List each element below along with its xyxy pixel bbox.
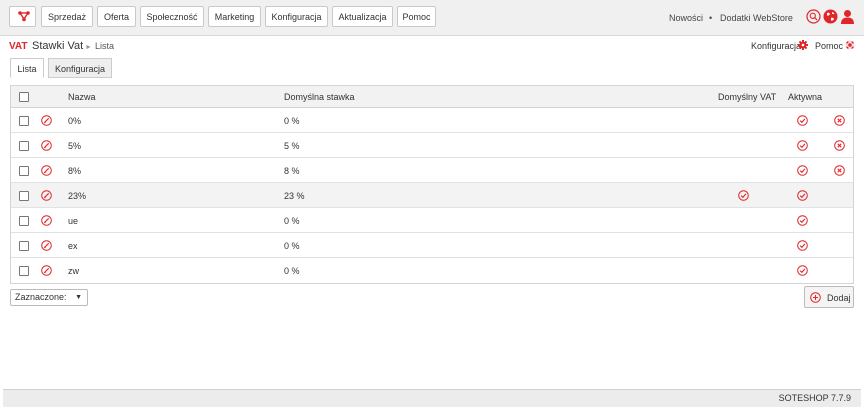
active-check-icon[interactable] <box>797 265 808 276</box>
table-row[interactable]: 23% 23 % <box>11 183 853 208</box>
user-icon[interactable] <box>840 9 855 24</box>
row-checkbox[interactable] <box>19 241 29 251</box>
column-default-vat-header[interactable]: Domyślny VAT <box>718 92 776 102</box>
version-label: SOTESHOP 7.7.9 <box>778 393 851 403</box>
row-checkbox[interactable] <box>19 116 29 126</box>
menu-aktualizacja[interactable]: Aktualizacja <box>332 6 393 27</box>
active-check-icon[interactable] <box>797 215 808 226</box>
gear-icon[interactable] <box>798 40 808 50</box>
table-header: Nazwa Domyślna stawka Domyślny VAT Aktyw… <box>11 86 853 108</box>
search-icon[interactable] <box>806 9 821 24</box>
rate-name[interactable]: 23% <box>68 191 86 201</box>
row-checkbox[interactable] <box>19 266 29 276</box>
menu-oferta[interactable]: Oferta <box>97 6 136 27</box>
breadcrumb-arrow-icon: ► <box>85 44 92 51</box>
config-link[interactable]: Konfiguracja <box>751 41 801 51</box>
lifebuoy-icon[interactable] <box>845 40 855 50</box>
active-check-icon[interactable] <box>797 240 808 251</box>
delete-icon[interactable] <box>834 115 845 126</box>
rate-value: 0 % <box>284 241 300 251</box>
rate-value: 0 % <box>284 216 300 226</box>
column-rate-header[interactable]: Domyślna stawka <box>284 92 355 102</box>
menu-separator: • <box>709 13 713 23</box>
tab-konfiguracja[interactable]: Konfiguracja <box>48 58 112 78</box>
table-body: 0% 0 % 5% 5 % 8% 8 % 23% 23 % ue 0 % ex 0 % zw 0 % <box>11 108 853 283</box>
table-row[interactable]: 5% 5 % <box>11 133 853 158</box>
edit-icon[interactable] <box>41 215 52 226</box>
help-link[interactable]: Pomoc <box>815 41 843 51</box>
menu-konfiguracja[interactable]: Konfiguracja <box>265 6 328 27</box>
row-checkbox[interactable] <box>19 216 29 226</box>
edit-icon[interactable] <box>41 190 52 201</box>
menu-spolecznosc[interactable]: Społeczność <box>140 6 204 27</box>
add-button[interactable]: Dodaj <box>804 286 854 308</box>
row-checkbox[interactable] <box>19 166 29 176</box>
active-check-icon[interactable] <box>797 140 808 151</box>
delete-icon[interactable] <box>834 165 845 176</box>
delete-icon[interactable] <box>834 140 845 151</box>
tab-lista[interactable]: Lista <box>10 58 44 78</box>
table-row[interactable]: ex 0 % <box>11 233 853 258</box>
rate-value: 5 % <box>284 141 300 151</box>
breadcrumb: ► Lista <box>85 41 114 51</box>
active-check-icon[interactable] <box>797 115 808 126</box>
active-check-icon[interactable] <box>797 190 808 201</box>
table-row[interactable]: 8% 8 % <box>11 158 853 183</box>
logo-icon <box>18 11 30 22</box>
home-logo-button[interactable] <box>9 6 36 27</box>
column-name-header[interactable]: Nazwa <box>68 92 96 102</box>
rate-name[interactable]: 5% <box>68 141 81 151</box>
menu-marketing[interactable]: Marketing <box>208 6 261 27</box>
rate-name[interactable]: 0% <box>68 116 81 126</box>
vat-badge: VAT <box>9 41 28 52</box>
rate-name[interactable]: zw <box>68 266 79 276</box>
chevron-down-icon: ▼ <box>75 294 82 301</box>
rate-name[interactable]: ue <box>68 216 78 226</box>
breadcrumb-label: Lista <box>94 41 114 51</box>
edit-icon[interactable] <box>41 265 52 276</box>
rate-value: 8 % <box>284 166 300 176</box>
news-link[interactable]: Nowości <box>669 13 703 23</box>
select-all-checkbox[interactable] <box>19 92 29 102</box>
footer: SOTESHOP 7.7.9 <box>3 389 861 407</box>
page-title: Stawki Vat <box>32 40 84 52</box>
top-menu-bar: Sprzedaż Oferta Społeczność Marketing Ko… <box>0 0 864 36</box>
edit-icon[interactable] <box>41 165 52 176</box>
rate-value: 0 % <box>284 266 300 276</box>
table-row[interactable]: 0% 0 % <box>11 108 853 133</box>
vat-rates-table: Nazwa Domyślna stawka Domyślny VAT Aktyw… <box>10 85 854 284</box>
plus-circle-icon <box>810 292 821 303</box>
menu-sprzedaz[interactable]: Sprzedaż <box>41 6 93 27</box>
column-active-header[interactable]: Aktywna <box>788 92 822 102</box>
edit-icon[interactable] <box>41 140 52 151</box>
table-row[interactable]: zw 0 % <box>11 258 853 283</box>
rate-name[interactable]: ex <box>68 241 78 251</box>
row-checkbox[interactable] <box>19 141 29 151</box>
bulk-actions-label: Zaznaczone: <box>15 292 67 302</box>
bulk-actions-select[interactable]: Zaznaczone: ▼ <box>10 289 88 306</box>
globe-icon[interactable] <box>823 9 838 24</box>
default-vat-check-icon <box>738 190 749 201</box>
webstore-link[interactable]: Dodatki WebStore <box>720 13 793 23</box>
edit-icon[interactable] <box>41 240 52 251</box>
rate-value: 0 % <box>284 116 300 126</box>
add-button-label: Dodaj <box>827 293 851 303</box>
edit-icon[interactable] <box>41 115 52 126</box>
rate-value: 23 % <box>284 191 305 201</box>
row-checkbox[interactable] <box>19 191 29 201</box>
active-check-icon[interactable] <box>797 165 808 176</box>
table-row[interactable]: ue 0 % <box>11 208 853 233</box>
rate-name[interactable]: 8% <box>68 166 81 176</box>
menu-pomoc[interactable]: Pomoc <box>397 6 436 27</box>
